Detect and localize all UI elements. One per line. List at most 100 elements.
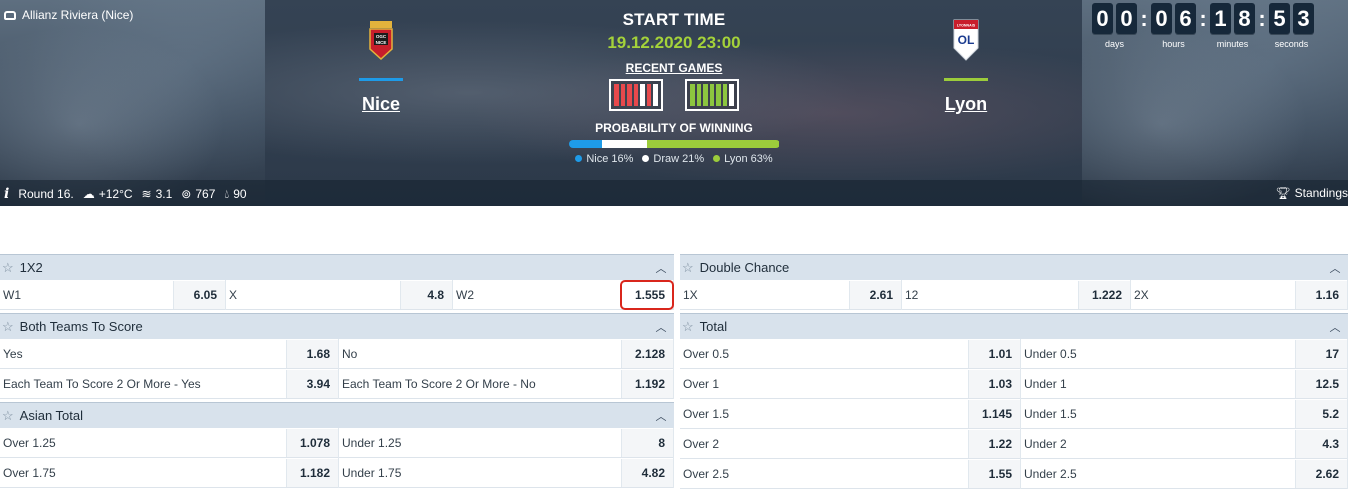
recent-game-result bbox=[722, 84, 728, 106]
probability-legend-item: Lyon 63% bbox=[713, 153, 773, 165]
odds-button[interactable]: 6.05 bbox=[173, 281, 225, 309]
info-icon[interactable]: i bbox=[4, 186, 9, 202]
countdown-digit: 1 bbox=[1210, 3, 1231, 35]
bet-outcome[interactable]: X 4.8 bbox=[226, 280, 453, 310]
chevron-up-icon[interactable]: ︿ bbox=[652, 260, 670, 276]
bet-outcome[interactable]: 1X 2.61 bbox=[680, 280, 902, 310]
bet-outcome[interactable]: Over 1.25 1.078 bbox=[0, 428, 339, 458]
pressure-value: 767 bbox=[195, 187, 216, 201]
odds-button[interactable]: 4.82 bbox=[621, 459, 673, 487]
bet-outcome[interactable]: Under 1.25 8 bbox=[339, 428, 674, 458]
market-title: 1X2 bbox=[19, 260, 43, 275]
odds-button[interactable]: 2.128 bbox=[621, 340, 673, 368]
odds-button[interactable]: 1.22 bbox=[968, 430, 1020, 458]
home-team-name[interactable]: Nice bbox=[341, 94, 421, 115]
odds-row: Over 1 1.03 Under 1 12.5 bbox=[680, 369, 1348, 399]
odds-button[interactable]: 1.145 bbox=[968, 400, 1020, 428]
bet-outcome[interactable]: Over 0.5 1.01 bbox=[680, 339, 1021, 369]
odds-button[interactable]: 1.16 bbox=[1295, 281, 1347, 309]
outcome-label: No bbox=[342, 347, 358, 361]
odds-button[interactable]: 5.2 bbox=[1295, 400, 1347, 428]
odds-button[interactable]: 1.555 bbox=[620, 280, 674, 310]
odds-button[interactable]: 1.01 bbox=[968, 340, 1020, 368]
odds-row: Each Team To Score 2 Or More - Yes 3.94 Ea… bbox=[0, 369, 674, 399]
recent-games-link[interactable]: RECENT GAMES bbox=[565, 61, 783, 75]
odds-button[interactable]: 1.55 bbox=[968, 460, 1020, 488]
bet-outcome[interactable]: Over 1.75 1.182 bbox=[0, 458, 339, 488]
standings-label: Standings bbox=[1294, 186, 1348, 200]
odds-button[interactable]: 4.3 bbox=[1295, 430, 1347, 458]
bet-outcome[interactable]: W1 6.05 bbox=[0, 280, 226, 310]
away-team-name[interactable]: Lyon bbox=[926, 94, 1006, 115]
outcome-label: Under 2.5 bbox=[1024, 467, 1077, 481]
odds-button[interactable]: 1.222 bbox=[1078, 281, 1130, 309]
chevron-up-icon[interactable]: ︿ bbox=[652, 408, 670, 424]
chevron-up-icon[interactable]: ︿ bbox=[652, 319, 670, 335]
away-recent-form[interactable] bbox=[685, 79, 739, 111]
market-header[interactable]: ☆ 1X2 ︿ bbox=[0, 254, 674, 280]
bet-outcome[interactable]: Each Team To Score 2 Or More - No 1.192 bbox=[339, 369, 674, 399]
chevron-up-icon[interactable]: ︿ bbox=[1326, 319, 1344, 335]
odds-button[interactable]: 17 bbox=[1295, 340, 1347, 368]
star-icon[interactable]: ☆ bbox=[682, 319, 694, 335]
star-icon[interactable]: ☆ bbox=[2, 260, 14, 276]
market-header[interactable]: ☆ Asian Total ︿ bbox=[0, 402, 674, 428]
odds-button[interactable]: 3.94 bbox=[286, 370, 338, 398]
outcome-label: W1 bbox=[3, 288, 21, 302]
market-header[interactable]: ☆ Both Teams To Score ︿ bbox=[0, 313, 674, 339]
chevron-up-icon[interactable]: ︿ bbox=[1326, 260, 1344, 276]
bet-outcome[interactable]: 2X 1.16 bbox=[1131, 280, 1348, 310]
outcome-label: Under 1.25 bbox=[342, 436, 402, 450]
standings-link[interactable]: 🏆︎ Standings bbox=[1275, 186, 1348, 200]
recent-game-result bbox=[729, 84, 735, 106]
odds-button[interactable]: 2.62 bbox=[1295, 460, 1347, 488]
market-title: Total bbox=[699, 319, 728, 334]
countdown-unit: hours bbox=[1162, 39, 1185, 49]
odds-button[interactable]: 1.68 bbox=[286, 340, 338, 368]
odds-button[interactable]: 4.8 bbox=[400, 281, 452, 309]
lyon-crest-icon: LYONNAIS OL bbox=[946, 16, 986, 64]
outcome-label: Over 1.75 bbox=[3, 466, 56, 480]
odds-button[interactable]: 1.192 bbox=[621, 370, 673, 398]
nice-crest-icon: OGC NICE bbox=[361, 16, 401, 64]
bet-outcome[interactable]: Under 1.5 5.2 bbox=[1021, 399, 1348, 429]
star-icon[interactable]: ☆ bbox=[2, 408, 14, 424]
bet-outcome[interactable]: 12 1.222 bbox=[902, 280, 1131, 310]
star-icon[interactable]: ☆ bbox=[682, 260, 694, 276]
bet-outcome[interactable]: Under 0.5 17 bbox=[1021, 339, 1348, 369]
odds-button[interactable]: 2.61 bbox=[849, 281, 901, 309]
bet-outcome[interactable]: Each Team To Score 2 Or More - Yes 3.94 bbox=[0, 369, 339, 399]
odds-button[interactable]: 1.182 bbox=[286, 459, 338, 487]
bet-outcome[interactable]: W2 1.555 bbox=[453, 280, 674, 310]
market-title: Both Teams To Score bbox=[19, 319, 143, 334]
outcome-label: Over 1.25 bbox=[3, 436, 56, 450]
outcome-label: 12 bbox=[905, 288, 919, 302]
home-team[interactable]: OGC NICE Nice bbox=[341, 16, 421, 115]
bet-outcome[interactable]: Under 2.5 2.62 bbox=[1021, 459, 1348, 489]
start-time-label: START TIME bbox=[622, 10, 726, 29]
bet-outcome[interactable]: Under 1 12.5 bbox=[1021, 369, 1348, 399]
bet-outcome[interactable]: No 2.128 bbox=[339, 339, 674, 369]
bet-outcome[interactable]: Under 1.75 4.82 bbox=[339, 458, 674, 488]
round-label: Round 16. bbox=[18, 187, 74, 201]
home-recent-form[interactable] bbox=[609, 79, 663, 111]
pressure-icon: ⊚ bbox=[181, 187, 192, 201]
outcome-label: 2X bbox=[1134, 288, 1149, 302]
market-header[interactable]: ☆ Double Chance ︿ bbox=[680, 254, 1348, 280]
bet-outcome[interactable]: Over 2.5 1.55 bbox=[680, 459, 1021, 489]
countdown-hours: 0 6 hours bbox=[1151, 3, 1196, 49]
bet-outcome[interactable]: Over 1.5 1.145 bbox=[680, 399, 1021, 429]
bet-outcome[interactable]: Over 2 1.22 bbox=[680, 429, 1021, 459]
odds-button[interactable]: 1.078 bbox=[286, 429, 338, 457]
market-header[interactable]: ☆ Total ︿ bbox=[680, 313, 1348, 339]
bet-outcome[interactable]: Over 1 1.03 bbox=[680, 369, 1021, 399]
away-team[interactable]: LYONNAIS OL Lyon bbox=[926, 16, 1006, 115]
bet-outcome[interactable]: Yes 1.68 bbox=[0, 339, 339, 369]
market-title: Asian Total bbox=[19, 408, 84, 423]
odds-button[interactable]: 12.5 bbox=[1295, 370, 1347, 398]
bet-outcome[interactable]: Under 2 4.3 bbox=[1021, 429, 1348, 459]
odds-button[interactable]: 1.03 bbox=[968, 370, 1020, 398]
odds-button[interactable]: 8 bbox=[621, 429, 673, 457]
countdown-digit: 3 bbox=[1293, 3, 1314, 35]
star-icon[interactable]: ☆ bbox=[2, 319, 14, 335]
